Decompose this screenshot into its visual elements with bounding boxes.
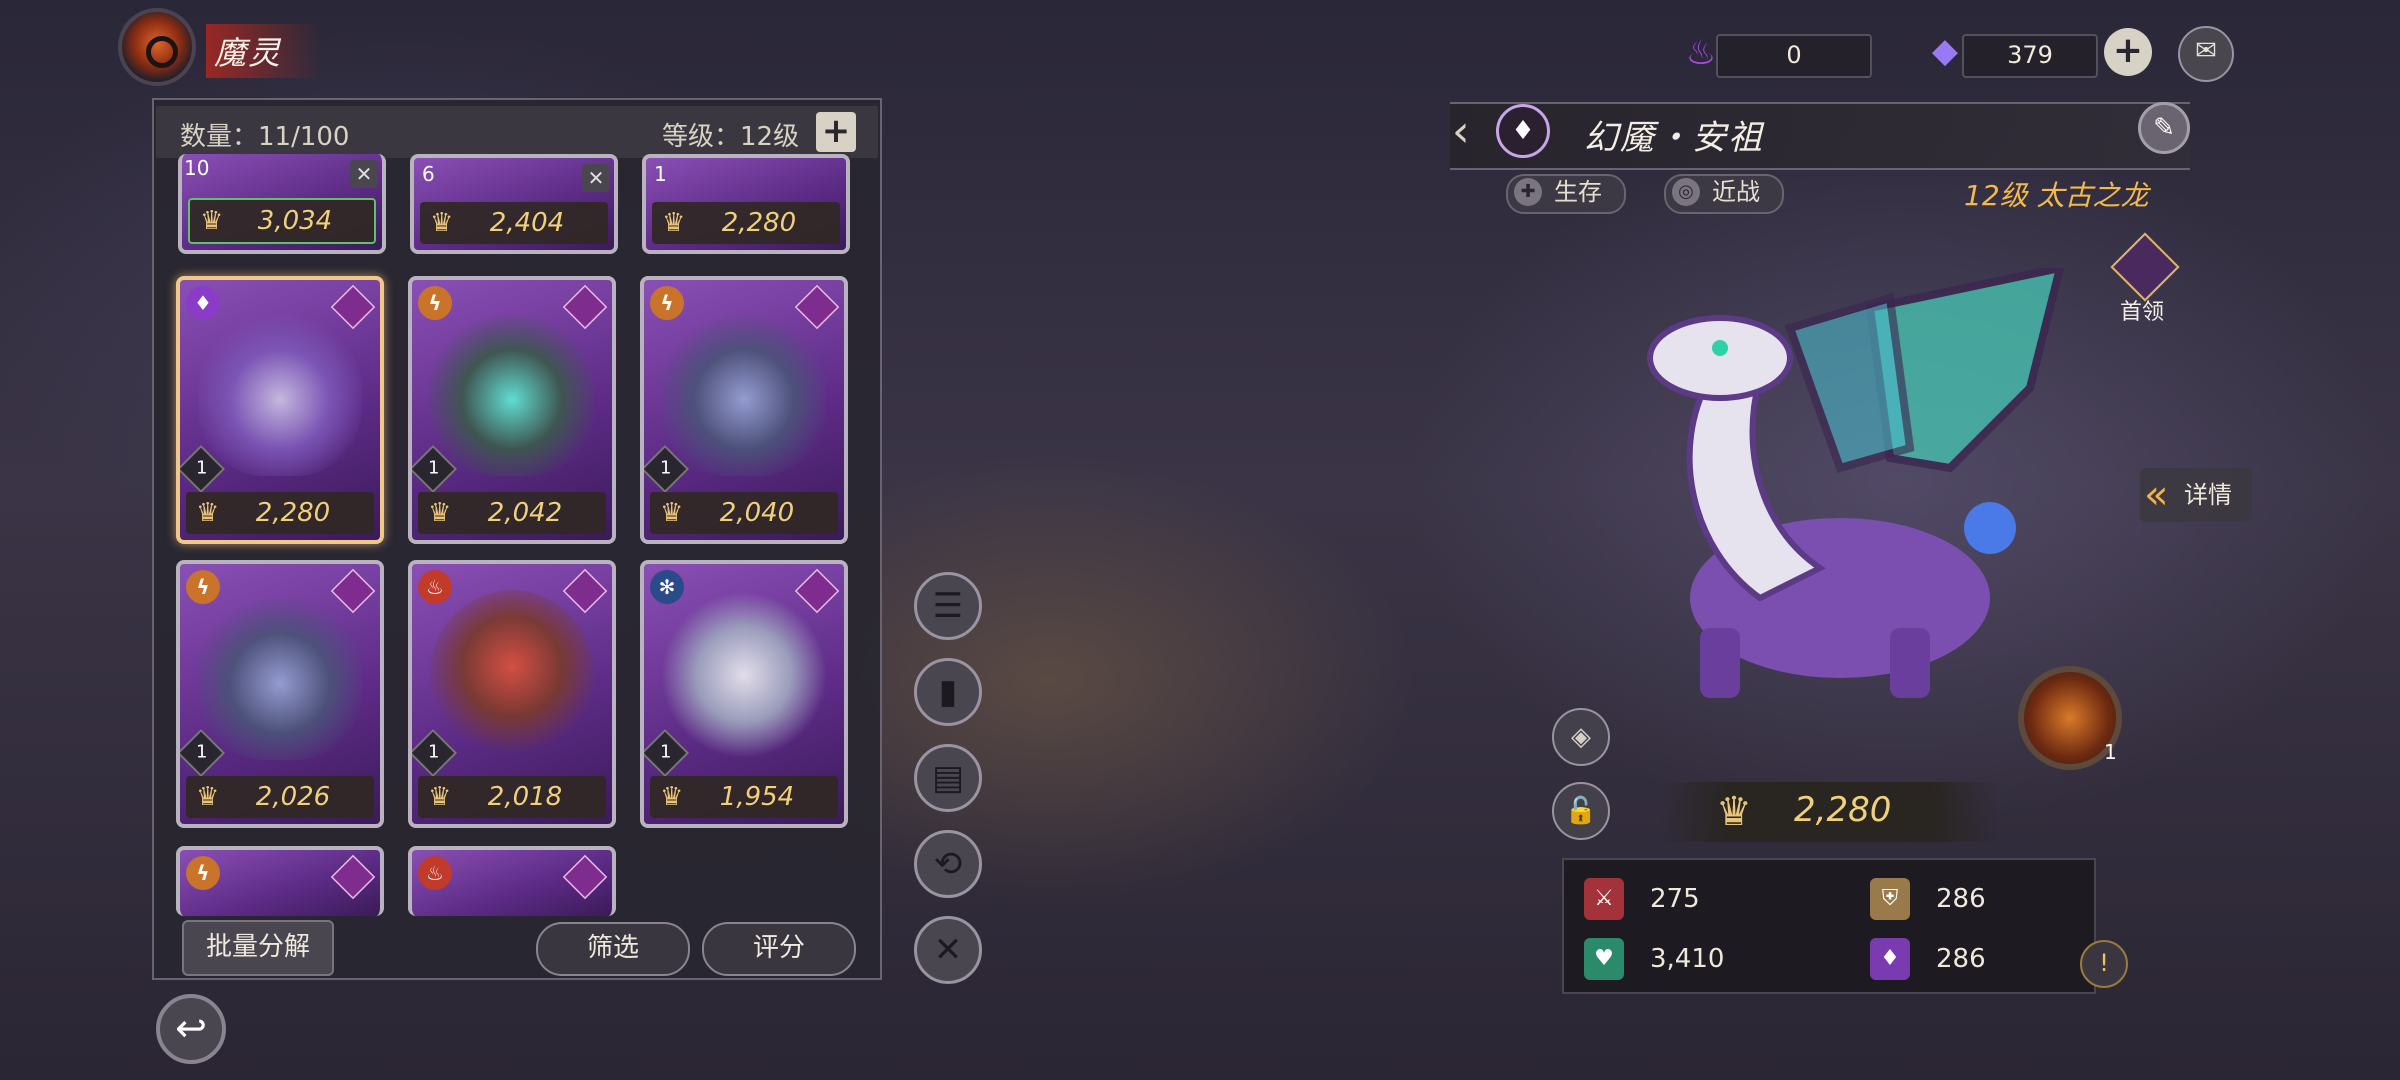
crossed-swords-icon[interactable]: ✕ xyxy=(914,916,982,984)
crossed-swords-icon: ✕ xyxy=(350,160,378,188)
add-gems-button[interactable]: + xyxy=(2104,28,2152,76)
monster-portrait xyxy=(430,306,594,476)
hp-heart-icon: ♥ xyxy=(1584,938,1624,980)
stat-magic-defense: 286 xyxy=(1936,944,1986,974)
hero-illustration xyxy=(1647,268,2065,698)
water-drop-icon: ♦ xyxy=(1496,104,1550,158)
monster-card-selected[interactable]: ♦ 1 ♛ 2,280 xyxy=(176,276,384,544)
card-power: ♛ 2,026 xyxy=(186,776,374,818)
hero-name-bar xyxy=(1450,102,2190,170)
lightning-icon: ϟ xyxy=(186,570,220,604)
stat-hp: 3,410 xyxy=(1650,944,1725,974)
card-power: ♛ 2,042 xyxy=(418,492,606,534)
sort-score-button[interactable]: 评分 xyxy=(702,922,856,976)
chevron-left-icon: « xyxy=(2144,472,2169,518)
crossed-swords-icon: ✕ xyxy=(582,164,610,192)
hero-stats-panel: ⚔ 275 ⛨ 286 ♥ 3,410 ♦ 286 xyxy=(1562,858,2096,994)
stat-defense: 286 xyxy=(1936,884,1986,914)
defense-shield-icon: ⛨ xyxy=(1870,878,1910,920)
monster-card[interactable]: ϟ 1 ♛ 2,042 xyxy=(408,276,616,544)
rank-badge-icon xyxy=(562,284,608,330)
monster-card[interactable]: 1 ♛ 2,280 xyxy=(642,154,850,254)
energy-counter: 0 xyxy=(1716,34,1872,78)
lightning-icon: ϟ xyxy=(186,856,220,890)
hero-level-race: 12级 太古之龙 xyxy=(1964,179,2149,212)
rename-feather-icon[interactable]: ✎ xyxy=(2138,102,2190,154)
rank-badge-icon xyxy=(330,854,376,900)
details-button[interactable]: «详情 xyxy=(2140,468,2252,522)
monster-count: 数量：11/100 xyxy=(180,122,350,152)
card-power: ♛ 2,280 xyxy=(186,492,374,534)
card-power: ♛ 2,040 xyxy=(650,492,838,534)
water-drop-icon: ♦ xyxy=(186,286,220,320)
card-power: ♛ 2,404 xyxy=(420,202,608,244)
fusion-icon[interactable]: ⟲ xyxy=(914,830,982,898)
rank-badge-icon xyxy=(794,284,840,330)
gem-counter: 379 xyxy=(1962,34,2098,78)
monster-card[interactable]: ϟ 1 ♛ 2,026 xyxy=(176,560,384,828)
card-level: 10 xyxy=(184,156,210,180)
monster-card[interactable]: ♨ 1 ♛ 2,018 xyxy=(408,560,616,828)
screen-header: 魔灵 xyxy=(118,8,378,86)
info-hint-icon[interactable]: ! xyxy=(2080,940,2128,988)
expand-capacity-button[interactable]: + xyxy=(816,112,856,152)
survival-icon: ✚ xyxy=(1514,178,1542,206)
rank-badge-icon xyxy=(562,854,608,900)
lock-icon[interactable]: 🔓 xyxy=(1552,782,1610,840)
attack-sword-icon: ⚔ xyxy=(1584,878,1624,920)
monster-card[interactable]: 6 ✕ ♛ 2,404 xyxy=(410,154,618,254)
monster-card[interactable]: ϟ xyxy=(176,846,384,916)
monster-card[interactable]: ϟ 1 ♛ 2,040 xyxy=(640,276,848,544)
fire-icon: ♨ xyxy=(418,570,452,604)
crown-icon xyxy=(2110,232,2180,302)
page-title: 魔灵 xyxy=(206,24,323,78)
card-level: 6 xyxy=(422,162,435,186)
monster-card[interactable]: ✻ 1 ♛ 1,954 xyxy=(640,560,848,828)
monster-portrait xyxy=(198,306,362,476)
capacity-level: 等级：12级 xyxy=(662,122,800,152)
card-level: 1 xyxy=(654,162,667,186)
fire-icon: ♨ xyxy=(418,856,452,890)
lightning-icon: ϟ xyxy=(418,286,452,320)
role-tag-melee: ◎ 近战 xyxy=(1664,174,1784,214)
monster-category-icon xyxy=(118,8,196,86)
monster-portrait xyxy=(430,590,594,760)
bag-icon[interactable]: ◈ xyxy=(1552,708,1610,766)
monster-portrait xyxy=(662,306,826,476)
power-crown-icon: ♛ xyxy=(1716,789,1752,835)
magic-defense-drop-icon: ♦ xyxy=(1870,938,1910,980)
lightning-icon: ϟ xyxy=(650,286,684,320)
book-icon[interactable]: ▤ xyxy=(914,744,982,812)
role-tag-survival: ✚ 生存 xyxy=(1506,174,1626,214)
gem-icon: ◆ xyxy=(1931,31,1959,71)
bar-chart-icon[interactable]: ▮ xyxy=(914,658,982,726)
rank-badge-icon xyxy=(562,568,608,614)
hero-power: ♛ 2,280 xyxy=(1660,782,2000,842)
skill-level: 1 xyxy=(2104,740,2117,764)
monster-card[interactable]: 10 ✕ ♛ 3,034 xyxy=(178,154,386,254)
chat-bubble-icon[interactable]: ☰ xyxy=(914,572,982,640)
stat-attack: 275 xyxy=(1650,884,1700,914)
snowflake-icon: ✻ xyxy=(650,570,684,604)
batch-dismantle-button[interactable]: 批量分解 xyxy=(182,920,334,976)
hero-name: 幻魇・安祖 xyxy=(1584,118,1764,158)
card-power: ♛ 1,954 xyxy=(650,776,838,818)
mail-icon[interactable]: ✉ xyxy=(2178,26,2234,82)
leader-badge[interactable] xyxy=(2110,232,2180,302)
card-power: ♛ 3,034 xyxy=(188,198,376,244)
rank-badge-icon xyxy=(330,568,376,614)
monster-card[interactable]: ♨ xyxy=(408,846,616,916)
leader-label: 首领 xyxy=(2120,300,2165,325)
back-arrow-icon[interactable]: ↩ xyxy=(156,994,226,1064)
card-power: ♛ 2,018 xyxy=(418,776,606,818)
rank-badge-icon xyxy=(794,568,840,614)
melee-icon: ◎ xyxy=(1672,178,1700,206)
monster-portrait xyxy=(198,590,362,760)
monster-portrait xyxy=(662,590,826,760)
card-power: ♛ 2,280 xyxy=(652,202,840,244)
chevron-left-icon[interactable]: ‹ xyxy=(1452,104,1470,160)
filter-button[interactable]: 筛选 xyxy=(536,922,690,976)
rank-badge-icon xyxy=(330,284,376,330)
